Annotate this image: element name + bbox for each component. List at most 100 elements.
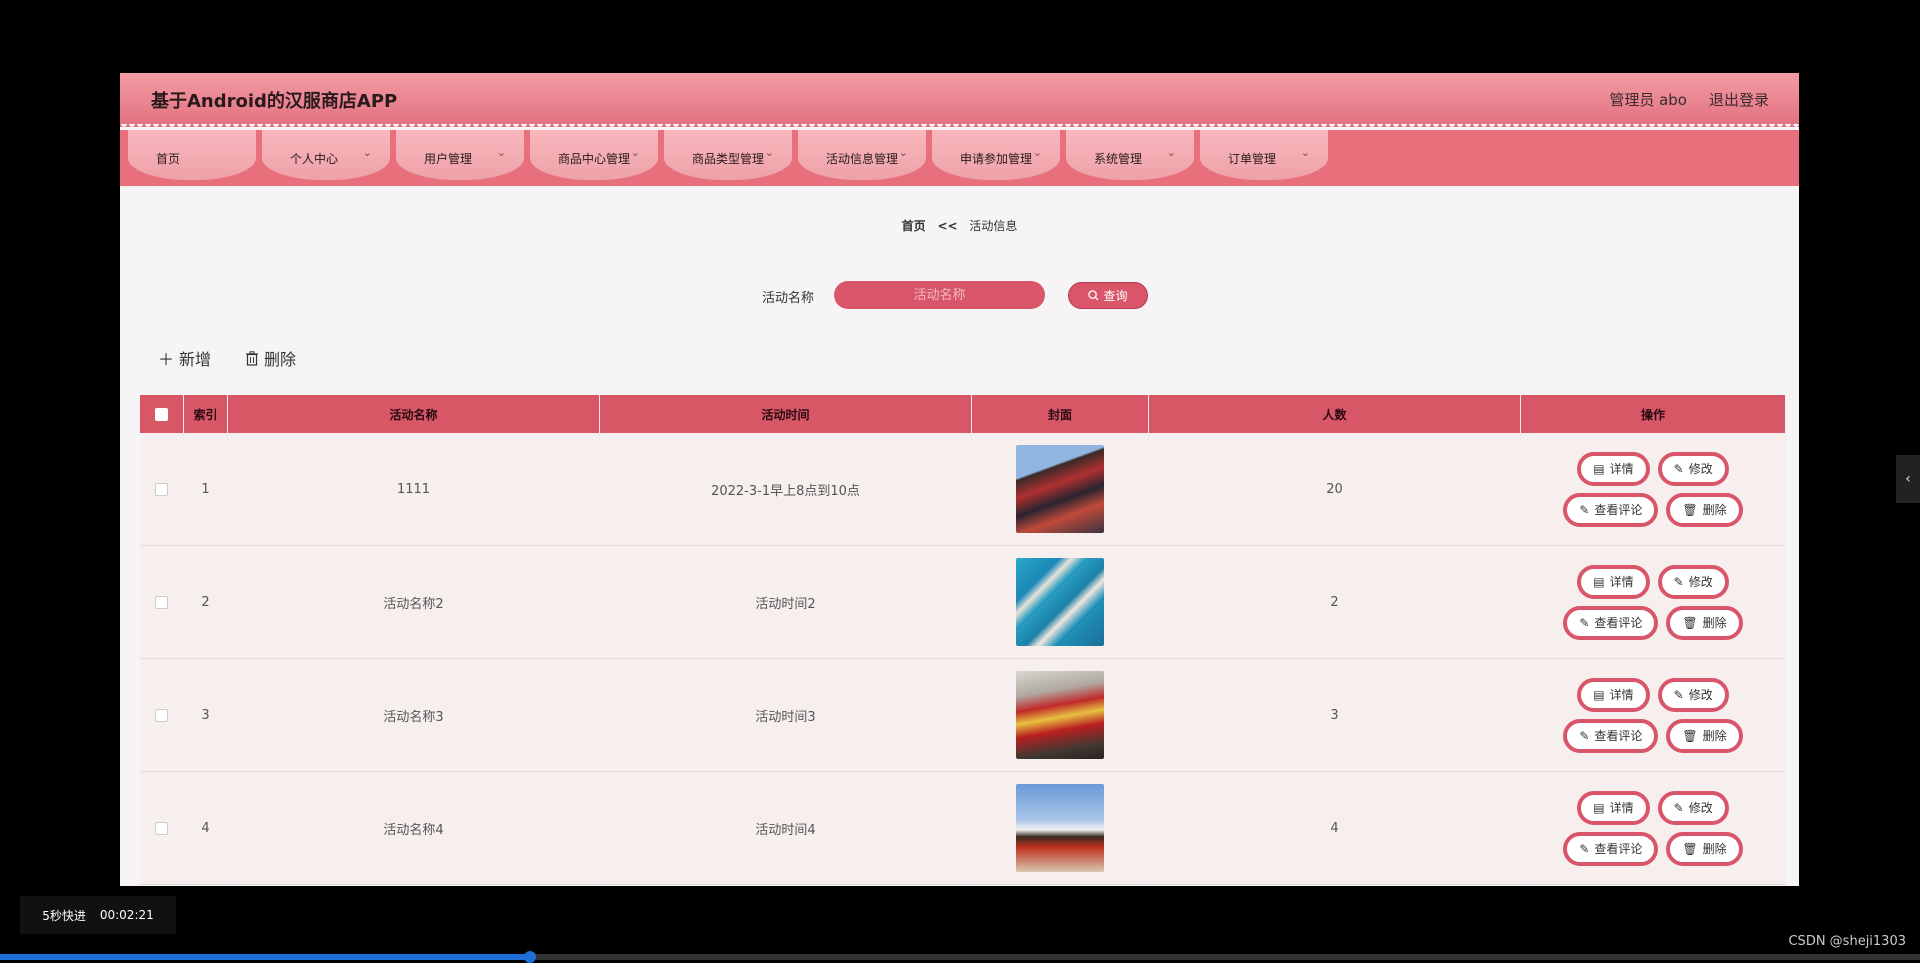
detail-button[interactable]: ▤ 详情	[1577, 564, 1650, 599]
chevron-down-icon: ⌄	[630, 146, 640, 159]
row-checkbox[interactable]	[155, 595, 168, 609]
view-comments-button[interactable]: ✎ 查看评论	[1563, 831, 1659, 866]
column-header: 活动名称	[228, 395, 600, 433]
row-cover-cell	[972, 659, 1149, 771]
edit-button[interactable]: ✎ 修改	[1657, 677, 1729, 712]
row-checkbox[interactable]	[155, 708, 168, 722]
row-activity-time: 活动时间4	[600, 772, 972, 884]
nav-item-applications[interactable]: 申请参加管理 ⌄	[932, 130, 1060, 180]
nav-item-label: 商品中心管理	[558, 152, 631, 166]
delete-label: 删除	[1702, 503, 1727, 517]
chevron-down-icon: ⌄	[362, 146, 372, 159]
video-player-controls: 5秒快进 00:02:21	[20, 896, 176, 934]
detail-button[interactable]: ▤ 详情	[1577, 790, 1650, 825]
plus-icon: ＋	[158, 350, 175, 369]
select-all-cell	[140, 395, 184, 433]
side-panel-toggle[interactable]: ‹	[1896, 455, 1920, 503]
pencil-icon: ✎	[1579, 841, 1590, 856]
row-activity-time: 活动时间3	[600, 659, 972, 771]
detail-button[interactable]: ▤ 详情	[1577, 677, 1650, 712]
playback-timestamp: 00:02:21	[99, 908, 154, 922]
chevron-down-icon: ⌄	[898, 146, 908, 159]
nav-item-label: 活动信息管理	[826, 152, 899, 166]
delete-button[interactable]: 🗑 删除	[1666, 718, 1743, 753]
cover-image[interactable]	[1016, 558, 1104, 646]
pencil-icon: ✎	[1673, 687, 1684, 702]
nav-item-home[interactable]: 首页	[128, 130, 256, 180]
cover-image[interactable]	[1016, 784, 1104, 872]
chevron-down-icon: ⌄	[1032, 146, 1042, 159]
progress-fill	[0, 954, 530, 960]
delete-label: 删除	[1702, 842, 1727, 856]
nav-item-orders[interactable]: 订单管理 ⌄	[1200, 130, 1328, 180]
detail-button[interactable]: ▤ 详情	[1577, 451, 1650, 486]
nav-item-profile[interactable]: 个人中心 ⌄	[262, 130, 390, 180]
cover-image[interactable]	[1016, 671, 1104, 759]
document-icon: ▤	[1593, 574, 1605, 589]
column-header: 人数	[1149, 395, 1521, 433]
row-activity-name: 活动名称4	[228, 772, 600, 884]
detail-label: 详情	[1609, 462, 1634, 476]
breadcrumb-home[interactable]: 首页	[902, 219, 926, 233]
breadcrumb-current: 活动信息	[969, 219, 1018, 233]
pencil-icon: ✎	[1579, 728, 1590, 743]
search-input[interactable]	[834, 281, 1045, 309]
nav-item-system[interactable]: 系统管理 ⌄	[1066, 130, 1194, 180]
table-row: 3 活动名称3 活动时间3 3 ▤ 详情 ✎ 修改 ✎ 查看评论 🗑 删除	[140, 659, 1786, 772]
edit-button[interactable]: ✎ 修改	[1657, 790, 1729, 825]
row-select-cell	[140, 772, 184, 884]
view-comments-button[interactable]: ✎ 查看评论	[1563, 605, 1659, 640]
table-header: 索引 活动名称 活动时间 封面 人数 操作	[140, 395, 1786, 433]
app-header: 基于Android的汉服商店APP 管理员 abo 退出登录	[120, 73, 1799, 127]
admin-user-label[interactable]: 管理员 abo	[1609, 89, 1687, 110]
video-progress-bar[interactable]	[0, 951, 1920, 963]
trash-icon	[246, 350, 258, 366]
app-title: 基于Android的汉服商店APP	[151, 91, 398, 112]
bulk-delete-button[interactable]: 删除	[245, 346, 296, 370]
table-row: 2 活动名称2 活动时间2 2 ▤ 详情 ✎ 修改 ✎ 查看评论 🗑 删除	[140, 546, 1786, 659]
view-comments-label: 查看评论	[1594, 616, 1643, 630]
detail-label: 详情	[1609, 688, 1634, 702]
cover-image[interactable]	[1016, 445, 1104, 533]
search-button[interactable]: 查询	[1068, 282, 1148, 309]
pencil-icon: ✎	[1579, 615, 1590, 630]
add-button[interactable]: ＋ 新增	[158, 346, 211, 370]
chevron-down-icon: ⌄	[764, 146, 774, 159]
pencil-icon: ✎	[1673, 574, 1684, 589]
view-comments-button[interactable]: ✎ 查看评论	[1563, 718, 1659, 753]
row-select-cell	[140, 659, 184, 771]
row-count: 3	[1149, 659, 1521, 771]
select-all-checkbox[interactable]	[155, 407, 168, 421]
nav-item-label: 商品类型管理	[692, 152, 765, 166]
nav-item-products[interactable]: 商品中心管理 ⌄	[530, 130, 658, 180]
document-icon: ▤	[1593, 687, 1605, 702]
nav-item-product-types[interactable]: 商品类型管理 ⌄	[664, 130, 792, 180]
edit-button[interactable]: ✎ 修改	[1657, 564, 1729, 599]
row-checkbox[interactable]	[155, 821, 168, 835]
skip-forward-button[interactable]: 5秒快进	[42, 907, 86, 924]
row-checkbox[interactable]	[155, 482, 168, 496]
view-comments-label: 查看评论	[1594, 729, 1643, 743]
logout-link[interactable]: 退出登录	[1709, 89, 1769, 110]
app-window: 基于Android的汉服商店APP 管理员 abo 退出登录 首页 个人中心 ⌄…	[120, 73, 1799, 886]
search-button-label: 查询	[1103, 289, 1128, 303]
progress-knob[interactable]	[523, 951, 536, 963]
column-header: 活动时间	[600, 395, 972, 433]
chevron-left-icon: ‹	[1905, 471, 1911, 487]
detail-label: 详情	[1609, 575, 1634, 589]
breadcrumb: 首页 << 活动信息	[120, 217, 1799, 234]
chevron-down-icon: ⌄	[1166, 146, 1176, 159]
row-cover-cell	[972, 433, 1149, 545]
row-activity-name: 活动名称3	[228, 659, 600, 771]
view-comments-label: 查看评论	[1594, 842, 1643, 856]
nav-item-activities[interactable]: 活动信息管理 ⌄	[798, 130, 926, 180]
delete-button[interactable]: 🗑 删除	[1666, 492, 1743, 527]
row-count: 2	[1149, 546, 1521, 658]
nav-item-users[interactable]: 用户管理 ⌄	[396, 130, 524, 180]
edit-button[interactable]: ✎ 修改	[1657, 451, 1729, 486]
view-comments-button[interactable]: ✎ 查看评论	[1563, 492, 1659, 527]
column-header: 操作	[1521, 395, 1786, 433]
edit-label: 修改	[1688, 575, 1713, 589]
delete-button[interactable]: 🗑 删除	[1666, 831, 1743, 866]
delete-button[interactable]: 🗑 删除	[1666, 605, 1743, 640]
